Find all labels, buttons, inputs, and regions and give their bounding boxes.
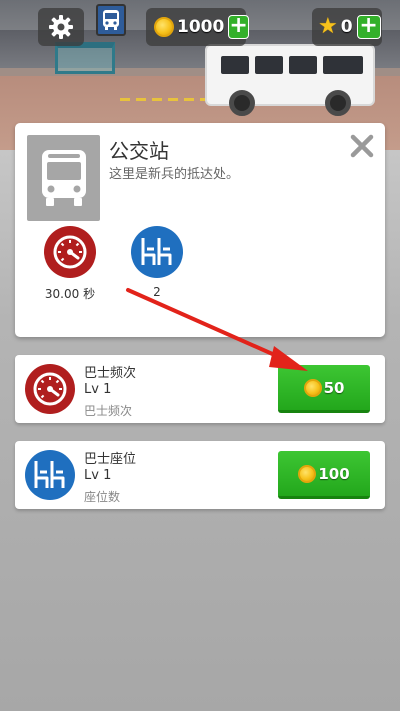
upgrade-seats-buy-button[interactable]: 100 (278, 451, 370, 499)
panel-title: 公交站 (109, 139, 169, 163)
star-counter: ★ 0 + (312, 8, 382, 46)
star-amount: 0 (340, 17, 353, 37)
upgrade-row-frequency: 巴士频次 Lv 1 巴士频次 50 (15, 355, 385, 423)
close-icon (350, 134, 374, 158)
bus-front-icon (41, 150, 86, 206)
upgrade-row-seats: 巴士座位 Lv 1 座位数 100 (15, 441, 385, 509)
close-button[interactable] (349, 133, 375, 159)
upgrade-frequency-buy-button[interactable]: 50 (278, 365, 370, 413)
scene-bus (205, 44, 375, 116)
bus-seats-icon (25, 450, 75, 500)
upgrade-description: 巴士频次 (84, 404, 133, 418)
upgrade-name: 巴士频次 (84, 366, 137, 381)
stat-seats-value: 2 (153, 285, 161, 299)
coin-amount: 1000 (177, 17, 225, 37)
upgrade-description: 座位数 (84, 490, 121, 504)
panel-subtitle: 这里是新兵的抵达处。 (109, 167, 240, 182)
upgrade-level: Lv 1 (84, 382, 112, 397)
stat-frequency: 30.00 秒 (35, 226, 105, 302)
stat-seats: 2 (122, 226, 192, 299)
bus-stop-thumbnail (27, 135, 100, 221)
star-icon: ★ (318, 14, 338, 39)
coin-icon (298, 464, 317, 483)
add-coins-button[interactable]: + (228, 15, 249, 39)
upgrade-price: 50 (323, 378, 345, 397)
bus-seats-icon (131, 226, 183, 278)
speedometer-icon (44, 226, 96, 278)
speedometer-icon (25, 364, 75, 414)
coin-icon (303, 378, 322, 397)
gear-icon (49, 15, 73, 39)
coin-counter: 1000 + (146, 8, 249, 46)
upgrade-price: 100 (318, 464, 350, 483)
settings-button[interactable] (38, 8, 84, 46)
bus-stop-sign-icon (96, 4, 126, 36)
upgrade-level: Lv 1 (84, 468, 112, 483)
upgrade-name: 巴士座位 (84, 452, 137, 467)
coin-icon (154, 17, 174, 37)
add-stars-button[interactable]: + (356, 15, 381, 39)
bus-stop-info-panel: 公交站 这里是新兵的抵达处。 30.00 秒 2 (15, 123, 385, 337)
stat-frequency-value: 30.00 秒 (44, 287, 96, 301)
bus-shelter (55, 42, 115, 74)
